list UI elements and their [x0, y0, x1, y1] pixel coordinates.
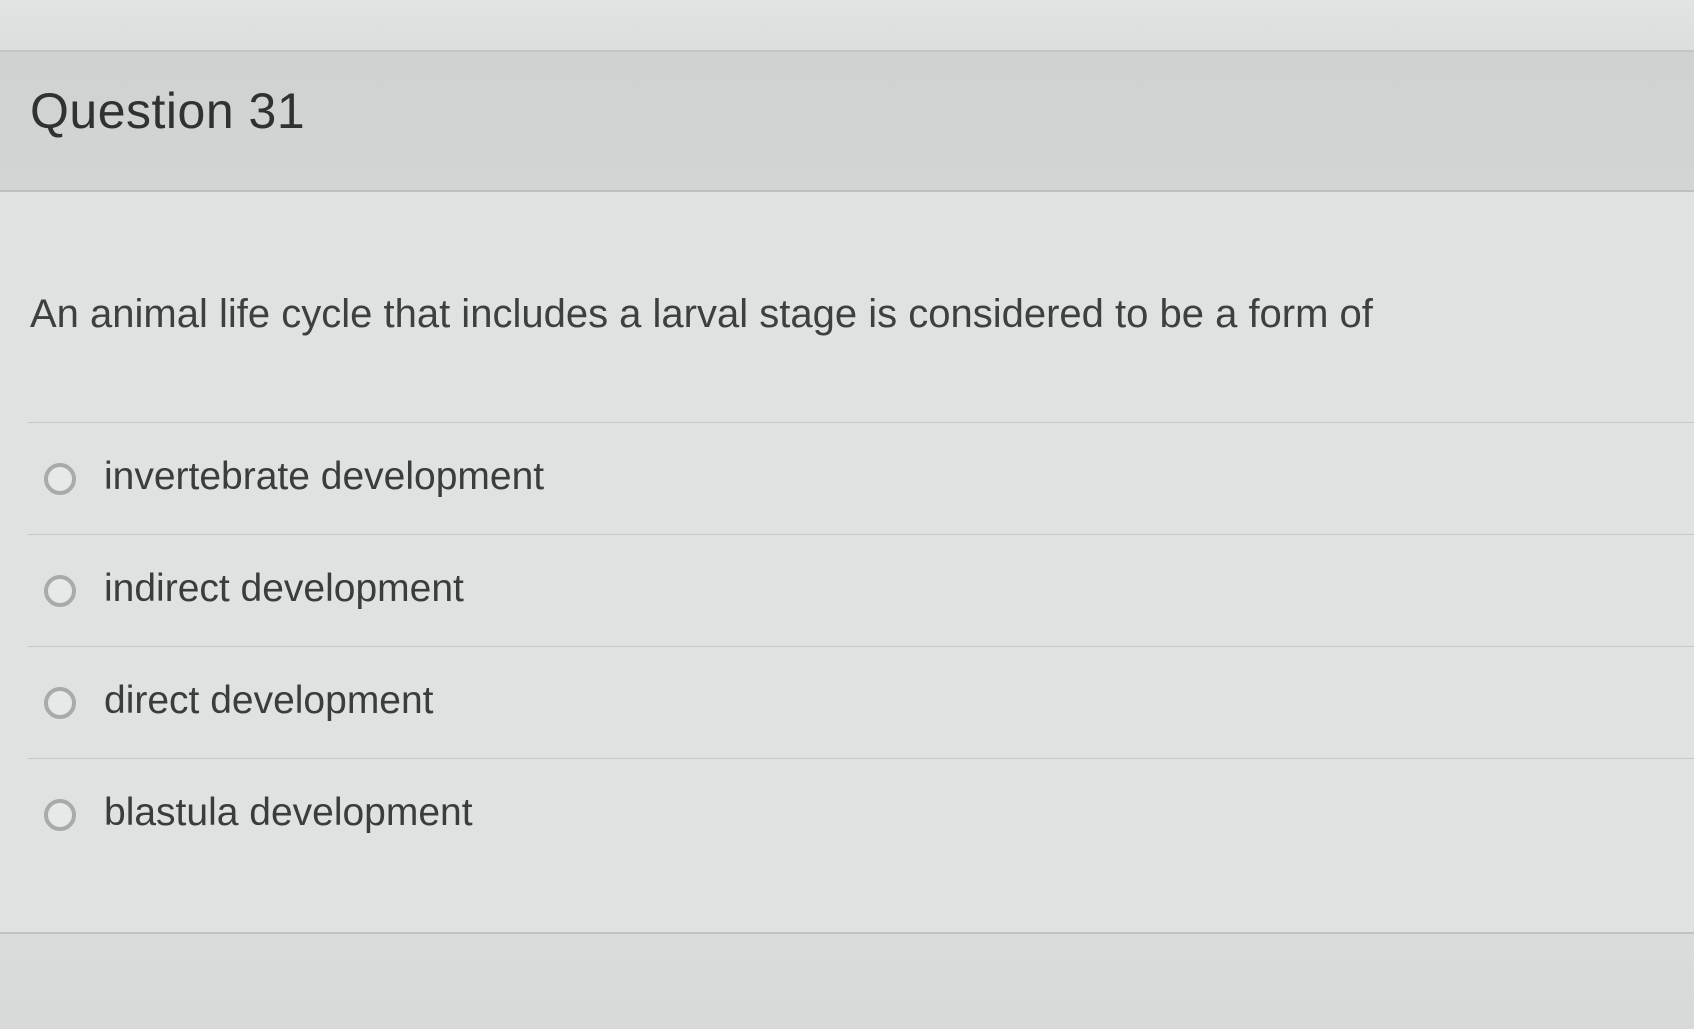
radio-button[interactable]: [44, 687, 76, 719]
question-header: Question 31: [0, 52, 1694, 192]
question-card: Question 31 An animal life cycle that in…: [0, 50, 1694, 934]
radio-button[interactable]: [44, 463, 76, 495]
answer-option-blastula-development[interactable]: blastula development: [28, 759, 1694, 870]
question-title: Question 31: [30, 83, 306, 139]
answer-option-invertebrate-development[interactable]: invertebrate development: [28, 423, 1694, 535]
answer-label: invertebrate development: [104, 455, 545, 498]
page: Question 31 An animal life cycle that in…: [0, 0, 1694, 1029]
question-text: An animal life cycle that includes a lar…: [30, 292, 1373, 336]
answer-list: invertebrate development indirect develo…: [28, 422, 1694, 870]
answer-option-indirect-development[interactable]: indirect development: [28, 535, 1694, 647]
answer-label: blastula development: [104, 791, 473, 834]
top-strip: [0, 0, 1694, 50]
answer-label: indirect development: [104, 567, 464, 610]
radio-button[interactable]: [44, 799, 76, 831]
answer-option-direct-development[interactable]: direct development: [28, 647, 1694, 759]
answer-label: direct development: [104, 679, 434, 722]
radio-button[interactable]: [44, 575, 76, 607]
